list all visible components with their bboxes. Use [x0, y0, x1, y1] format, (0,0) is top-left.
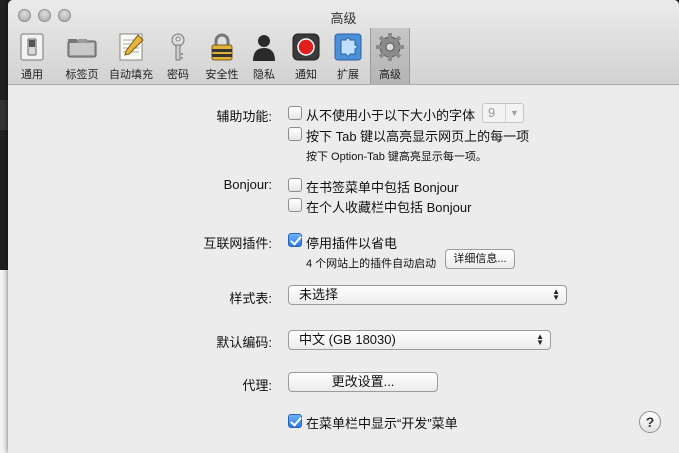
- advanced-pane: 辅助功能: 从不使用小于以下大小的字体 9 ▼ 按下 Tab 键以高亮显示网页上…: [8, 85, 679, 453]
- encoding-select[interactable]: 中文 (GB 18030) ▲ ▼: [288, 330, 551, 350]
- power-saver-checkbox[interactable]: [288, 233, 302, 247]
- select-divider: [505, 104, 506, 122]
- tab-passwords[interactable]: 密码: [160, 28, 196, 84]
- tab-highlight-label: 按下 Tab 键以高亮显示网页上的每一项: [306, 129, 530, 144]
- stylesheet-value: 未选择: [299, 287, 339, 302]
- show-develop-menu-checkbox[interactable]: [288, 414, 302, 428]
- tab-privacy[interactable]: 隐私: [246, 28, 282, 84]
- stylesheet-label: 样式表:: [229, 291, 272, 306]
- help-button[interactable]: ?: [639, 411, 661, 433]
- bonjour-favorites-label: 在个人收藏栏中包括 Bonjour: [306, 200, 472, 215]
- min-font-label: 从不使用小于以下大小的字体: [306, 108, 476, 123]
- key-icon: [171, 33, 185, 61]
- tab-label: 扩展: [337, 69, 359, 81]
- record-icon: [292, 33, 320, 61]
- switch-icon: [20, 33, 44, 61]
- tab-notifications[interactable]: 通知: [288, 28, 324, 84]
- lock-icon: [211, 33, 233, 61]
- bonjour-label: Bonjour:: [223, 177, 272, 192]
- plugins-note: 4 个网站上的插件自动启动: [306, 258, 437, 270]
- tab-label: 自动填充: [109, 69, 153, 81]
- encoding-label: 默认编码:: [216, 335, 272, 350]
- tab-general[interactable]: 通用: [14, 28, 50, 84]
- proxy-label: 代理:: [242, 378, 272, 393]
- power-saver-label: 停用插件以省电: [306, 236, 398, 251]
- tab-advanced[interactable]: 高级: [370, 28, 410, 84]
- accessibility-label: 辅助功能:: [216, 109, 272, 124]
- min-font-checkbox[interactable]: [288, 106, 302, 120]
- autofill-icon: [119, 33, 144, 61]
- details-button[interactable]: 详细信息...: [445, 249, 515, 269]
- gear-icon: [376, 33, 404, 61]
- person-icon: [253, 35, 275, 61]
- chevron-down-icon: ▼: [510, 108, 519, 118]
- preferences-window: 高级 通用 标签页 自动填充 密码 安全性 隐私 通知 扩展 高级 辅助功能: …: [8, 0, 679, 453]
- plugins-label: 互联网插件:: [203, 236, 272, 251]
- tab-label: 密码: [167, 69, 189, 81]
- show-develop-menu-label: 在菜单栏中显示“开发”菜单: [306, 416, 458, 431]
- chevron-updown-icon: ▲ ▼: [536, 332, 544, 347]
- tab-label: 隐私: [253, 69, 275, 81]
- tab-label: 通用: [21, 69, 43, 81]
- tab-autofill[interactable]: 自动填充: [108, 28, 154, 84]
- chevron-updown-icon: ▲ ▼: [552, 287, 560, 302]
- tabs-icon: [67, 39, 97, 58]
- tab-extensions[interactable]: 扩展: [328, 28, 368, 84]
- min-font-size-value: 9: [488, 105, 496, 120]
- tab-label: 通知: [295, 69, 317, 81]
- tab-label: 高级: [379, 69, 401, 81]
- tab-security[interactable]: 安全性: [202, 28, 242, 84]
- encoding-value: 中文 (GB 18030): [299, 332, 396, 347]
- tab-highlight-note: 按下 Option-Tab 键高亮显示每一项。: [306, 151, 487, 163]
- bonjour-bookmarks-label: 在书签菜单中包括 Bonjour: [306, 180, 459, 195]
- tab-label: 标签页: [65, 69, 99, 81]
- min-font-size-select[interactable]: 9 ▼: [482, 103, 524, 123]
- tab-highlight-checkbox[interactable]: [288, 127, 302, 141]
- stylesheet-select[interactable]: 未选择 ▲ ▼: [288, 285, 567, 305]
- titlebar: 高级 通用 标签页 自动填充 密码 安全性 隐私 通知 扩展 高级: [8, 0, 679, 85]
- tab-label: 安全性: [205, 69, 239, 81]
- change-proxy-settings-button[interactable]: 更改设置...: [288, 372, 438, 392]
- puzzle-icon: [334, 33, 362, 61]
- window-title: 高级: [330, 11, 357, 26]
- tab-tabs[interactable]: 标签页: [56, 28, 108, 84]
- bonjour-bookmarks-checkbox[interactable]: [288, 178, 302, 192]
- bonjour-favorites-checkbox[interactable]: [288, 198, 302, 212]
